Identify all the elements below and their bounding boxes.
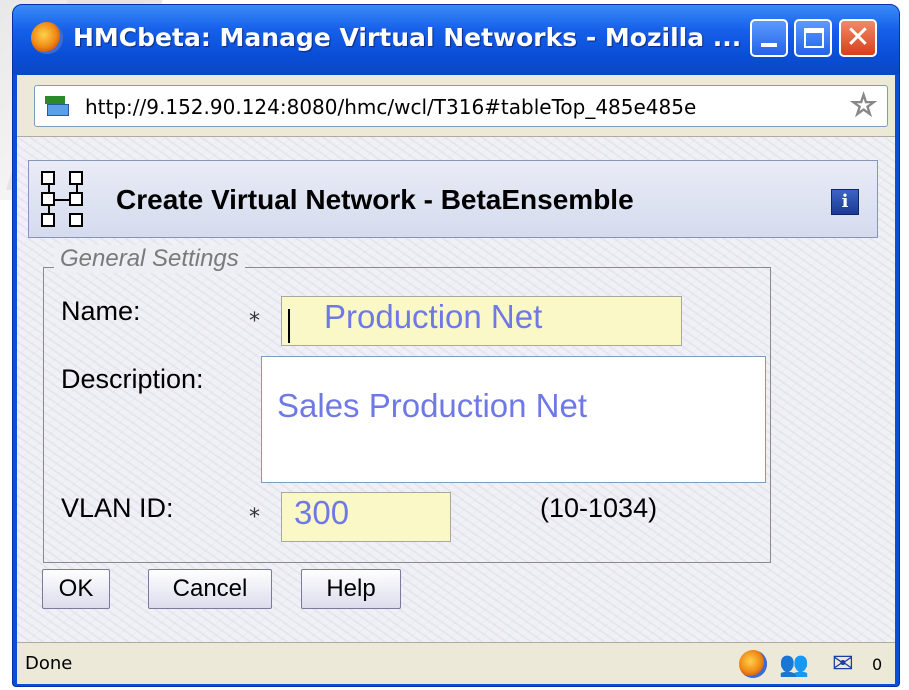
- page-icon: [45, 96, 71, 118]
- ok-button[interactable]: OK: [42, 569, 110, 609]
- cancel-button[interactable]: Cancel: [148, 569, 272, 609]
- firefox-status-icon[interactable]: [739, 650, 767, 678]
- name-label: Name:: [61, 296, 141, 326]
- status-bar: Done 👥 ✉ 0: [17, 642, 895, 684]
- title-bar[interactable]: HMCbeta: Manage Virtual Networks - Mozil…: [13, 5, 899, 75]
- minimize-icon: [761, 43, 777, 47]
- mail-count: 0: [872, 655, 883, 674]
- name-input[interactable]: Production Net: [281, 296, 682, 346]
- maximize-icon: [804, 28, 824, 48]
- dialog-header: Create Virtual Network - BetaEnsemble i: [28, 160, 878, 238]
- address-bar: http://9.152.90.124:8080/hmc/wcl/T316#ta…: [17, 75, 895, 137]
- mail-icon[interactable]: ✉: [832, 650, 854, 678]
- text-cursor: [288, 309, 290, 343]
- browser-window: HMCbeta: Manage Virtual Networks - Mozil…: [12, 4, 900, 687]
- tree-icon: [41, 171, 89, 229]
- maximize-button[interactable]: [794, 19, 832, 57]
- info-icon[interactable]: i: [831, 189, 859, 215]
- dialog-title: Create Virtual Network - BetaEnsemble: [116, 184, 634, 215]
- vlan-id-label: VLAN ID:: [61, 493, 174, 523]
- dialog-content: Create Virtual Network - BetaEnsemble i …: [17, 137, 895, 642]
- window-title: HMCbeta: Manage Virtual Networks - Mozil…: [73, 23, 742, 52]
- status-text: Done: [25, 653, 73, 674]
- star-icon[interactable]: ☆: [849, 88, 877, 124]
- general-settings-legend: General Settings: [54, 245, 245, 273]
- name-required-marker: *: [249, 309, 260, 334]
- vlan-range-hint: (10-1034): [540, 493, 658, 523]
- vlan-id-input[interactable]: 300: [281, 492, 451, 542]
- people-icon[interactable]: 👥: [779, 650, 809, 678]
- minimize-button[interactable]: [750, 19, 788, 57]
- description-label: Description:: [61, 364, 204, 394]
- close-button[interactable]: ✕: [839, 19, 877, 57]
- url-text[interactable]: http://9.152.90.124:8080/hmc/wcl/T316#ta…: [85, 95, 696, 119]
- firefox-icon: [31, 22, 63, 54]
- help-button[interactable]: Help: [301, 569, 401, 609]
- description-textarea[interactable]: Sales Production Net: [261, 356, 766, 483]
- close-icon: ✕: [845, 20, 871, 55]
- url-field[interactable]: http://9.152.90.124:8080/hmc/wcl/T316#ta…: [34, 85, 888, 127]
- vlan-required-marker: *: [249, 505, 260, 530]
